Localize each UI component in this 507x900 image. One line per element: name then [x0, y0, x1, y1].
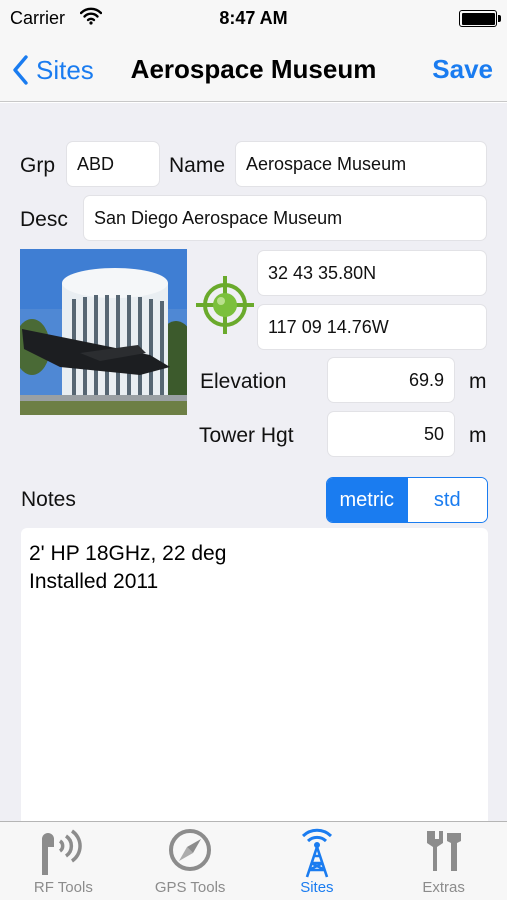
name-label: Name	[169, 154, 226, 177]
back-button[interactable]: Sites	[12, 50, 94, 90]
elevation-unit: m	[469, 370, 487, 393]
group-field[interactable]: ABD	[66, 141, 160, 187]
site-edit-form: Grp ABD Name Aerospace Museum Desc San D…	[0, 103, 507, 821]
rf-tools-icon	[38, 827, 88, 882]
tab-label: Sites	[300, 879, 334, 896]
tab-bar: RF Tools GPS Tools Sites Extras	[0, 821, 507, 900]
name-field[interactable]: Aerospace Museum	[235, 141, 487, 187]
tower-height-field[interactable]: 50	[327, 411, 455, 457]
description-field[interactable]: San Diego Aerospace Museum	[83, 195, 487, 241]
tab-rf-tools[interactable]: RF Tools	[0, 822, 127, 900]
tab-extras[interactable]: Extras	[380, 822, 507, 900]
status-bar: Carrier 8:47 AM	[0, 0, 507, 36]
description-label: Desc	[20, 208, 68, 231]
tower-height-unit: m	[469, 424, 487, 447]
battery-icon	[459, 10, 501, 27]
site-photo[interactable]	[20, 249, 187, 415]
elevation-label: Elevation	[200, 370, 287, 393]
crosshair-target-icon[interactable]	[194, 274, 256, 336]
chevron-left-icon	[13, 55, 28, 85]
group-label: Grp	[20, 154, 56, 177]
tab-label: Extras	[422, 879, 465, 896]
std-segment[interactable]: std	[406, 478, 487, 522]
notes-textarea[interactable]: 2' HP 18GHz, 22 deg Installed 2011	[21, 528, 488, 821]
latitude-field[interactable]: 32 43 35.80N	[257, 250, 487, 296]
back-button-label: Sites	[36, 54, 94, 85]
longitude-field[interactable]: 117 09 14.76W	[257, 304, 487, 350]
radio-tower-icon	[295, 827, 339, 884]
save-button[interactable]: Save	[432, 54, 493, 85]
tab-sites[interactable]: Sites	[254, 822, 381, 900]
tower-height-label: Tower Hgt	[199, 424, 294, 447]
tools-icon	[421, 827, 467, 878]
elevation-field[interactable]: 69.9	[327, 357, 455, 403]
notes-label: Notes	[21, 488, 76, 511]
tab-label: GPS Tools	[154, 879, 226, 896]
tab-gps-tools[interactable]: GPS Tools	[127, 822, 254, 900]
metric-segment[interactable]: metric	[327, 478, 407, 522]
clock: 8:47 AM	[219, 8, 288, 28]
compass-icon	[167, 827, 213, 878]
units-segmented-control: metric std	[326, 477, 488, 523]
tab-label: RF Tools	[33, 879, 93, 896]
navigation-bar: Sites Aerospace Museum Save	[0, 36, 507, 102]
